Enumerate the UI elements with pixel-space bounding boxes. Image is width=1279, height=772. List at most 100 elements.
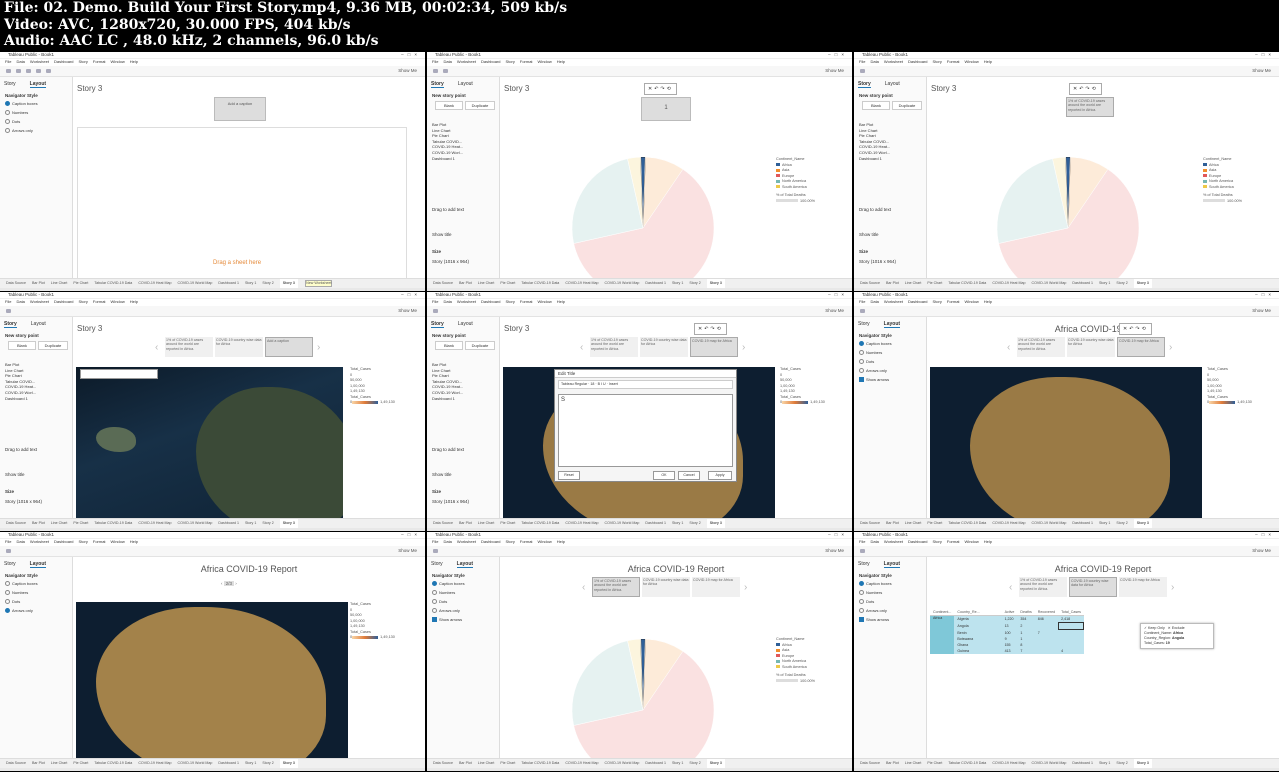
duplicate-button[interactable]: Duplicate (38, 341, 68, 350)
menu-story[interactable]: Story (933, 539, 942, 545)
underline-icon[interactable]: U (603, 382, 606, 386)
menu-worksheet[interactable]: Worksheet (30, 59, 49, 65)
tab-tabular[interactable]: Tabular COVID-19 Data (521, 519, 559, 528)
show-me-button[interactable]: Show Me (1252, 308, 1271, 313)
tab-tabular[interactable]: Tabular COVID-19 Data (94, 759, 132, 768)
menu-window[interactable]: Window (965, 59, 979, 65)
caption-toolbar[interactable]: ✕↶↷⟲ (644, 83, 677, 95)
tab-story-3[interactable]: Story 3 (1133, 519, 1152, 528)
menu-window[interactable]: Window (111, 539, 125, 545)
caption-box-3[interactable]: COVID-19 map for Africa (692, 577, 740, 597)
option-caption-boxes[interactable]: Caption boxes (859, 579, 892, 588)
option-arrows-only[interactable]: Arrows only (5, 126, 38, 135)
tab-heat-map[interactable]: COVID-19 Heat Map (565, 759, 598, 768)
window-controls[interactable]: –□× (401, 532, 421, 538)
sheet-item[interactable]: Dashboard 1 (432, 396, 463, 402)
caption-box-3[interactable]: COVID-19 map for Africa (1119, 577, 1167, 597)
tab-pie-chart[interactable]: Pie Chart (927, 519, 942, 528)
tab-line-chart[interactable]: Line Chart (905, 759, 922, 768)
option-caption-boxes[interactable]: Caption boxes (859, 339, 892, 348)
show-me-button[interactable]: Show Me (1252, 548, 1271, 553)
tab-story-1[interactable]: Story 1 (1099, 519, 1110, 528)
tab-bar-plot[interactable]: Bar Plot (886, 279, 899, 288)
option-dots[interactable]: Dots (5, 117, 38, 126)
menu-help[interactable]: Help (130, 539, 138, 545)
menu-file[interactable]: File (432, 59, 438, 65)
menu-window[interactable]: Window (538, 299, 552, 305)
menu-worksheet[interactable]: Worksheet (884, 299, 903, 305)
menu-window[interactable]: Window (111, 299, 125, 305)
tab-tabular[interactable]: Tabular COVID-19 Data (94, 279, 132, 288)
tab-tabular[interactable]: Tabular COVID-19 Data (94, 519, 132, 528)
bold-icon[interactable]: B (598, 382, 600, 386)
menu-story[interactable]: Story (79, 59, 88, 65)
tableau-logo-icon[interactable] (433, 309, 438, 313)
caption-box-3[interactable]: COVID-19 map for Africa (1117, 337, 1165, 357)
keep-only-button[interactable]: ✓ Keep Only (1144, 626, 1165, 630)
blank-button[interactable]: Blank (435, 101, 463, 110)
menu-file[interactable]: File (432, 539, 438, 545)
reset-button[interactable]: Reset (558, 471, 580, 480)
map-search-input[interactable] (80, 369, 158, 379)
option-numbers[interactable]: Numbers (859, 588, 892, 597)
sheet-item[interactable]: Dashboard 1 (5, 396, 36, 402)
menu-story[interactable]: Story (506, 299, 515, 305)
menu-file[interactable]: File (5, 59, 11, 65)
menu-window[interactable]: Window (538, 59, 552, 65)
tab-story[interactable]: Story (431, 561, 443, 567)
tab-world-map[interactable]: COVID-19 World Map (177, 759, 212, 768)
add-caption-box[interactable]: Add a caption (214, 97, 266, 121)
tab-world-map[interactable]: COVID-19 World Map (1031, 759, 1066, 768)
sheet-drop-area[interactable] (77, 127, 407, 281)
table-row[interactable]: Africa Algeria 1,220 354 846 2,418 (930, 615, 1084, 654)
window-controls[interactable]: –□× (828, 292, 848, 298)
tab-story-3[interactable]: Story 3 (706, 519, 725, 528)
tab-story[interactable]: Story (858, 321, 870, 327)
tab-bar-plot[interactable]: Bar Plot (886, 519, 899, 528)
tab-story-2[interactable]: Story 2 (689, 759, 700, 768)
menu-data[interactable]: Data (870, 299, 878, 305)
tab-line-chart[interactable]: Line Chart (905, 519, 922, 528)
nav-next-icon[interactable]: › (234, 581, 237, 586)
world-map-africa[interactable] (76, 602, 348, 770)
menu-help[interactable]: Help (984, 299, 992, 305)
tab-line-chart[interactable]: Line Chart (51, 519, 68, 528)
tab-layout[interactable]: Layout (31, 321, 46, 327)
tab-heat-map[interactable]: COVID-19 Heat Map (992, 519, 1025, 528)
tab-tabular[interactable]: Tabular COVID-19 Data (948, 759, 986, 768)
tab-heat-map[interactable]: COVID-19 Heat Map (992, 759, 1025, 768)
tab-bar-plot[interactable]: Bar Plot (459, 279, 472, 288)
option-arrows-only[interactable]: Arrows only (859, 366, 892, 375)
tab-story[interactable]: Story (858, 81, 871, 88)
tab-bar-plot[interactable]: Bar Plot (886, 759, 899, 768)
story-title[interactable]: Africa COVID-19 Report (927, 564, 1279, 574)
caption-box-2[interactable]: COVID-19 country wise data for Africa (1067, 337, 1115, 357)
tab-story-1[interactable]: Story 1 (672, 759, 683, 768)
tab-layout[interactable]: Layout (29, 561, 47, 568)
tab-tabular[interactable]: Tabular COVID-19 Data (948, 519, 986, 528)
tab-story[interactable]: Story (858, 561, 870, 567)
tab-world-map[interactable]: COVID-19 World Map (604, 279, 639, 288)
tab-story-3[interactable]: Story 3 (706, 279, 725, 288)
menu-dashboard[interactable]: Dashboard (481, 299, 501, 305)
menu-format[interactable]: Format (93, 539, 106, 545)
option-caption-boxes[interactable]: Caption boxes (5, 99, 38, 108)
menu-data[interactable]: Data (870, 539, 878, 545)
caption-box-3[interactable]: Add a caption (265, 337, 313, 357)
tab-heat-map[interactable]: COVID-19 Heat Map (565, 279, 598, 288)
tab-tabular[interactable]: Tabular COVID-19 Data (521, 759, 559, 768)
tab-heat-map[interactable]: COVID-19 Heat Map (992, 279, 1025, 288)
tab-pie-chart[interactable]: Pie Chart (927, 759, 942, 768)
option-arrows-only[interactable]: Arrows only (859, 606, 892, 615)
save-icon[interactable] (36, 69, 41, 73)
tab-heat-map[interactable]: COVID-19 Heat Map (565, 519, 598, 528)
tab-line-chart[interactable]: Line Chart (478, 279, 495, 288)
menu-story[interactable]: Story (933, 59, 942, 65)
tab-dashboard-1[interactable]: Dashboard 1 (645, 279, 666, 288)
world-map-africa[interactable] (930, 367, 1202, 527)
menu-worksheet[interactable]: Worksheet (30, 299, 49, 305)
menu-story[interactable]: Story (933, 299, 942, 305)
story-title[interactable]: Africa COVID-19 Report (73, 564, 425, 574)
option-numbers[interactable]: Numbers (432, 588, 465, 597)
tab-tabular[interactable]: Tabular COVID-19 Data (521, 279, 559, 288)
